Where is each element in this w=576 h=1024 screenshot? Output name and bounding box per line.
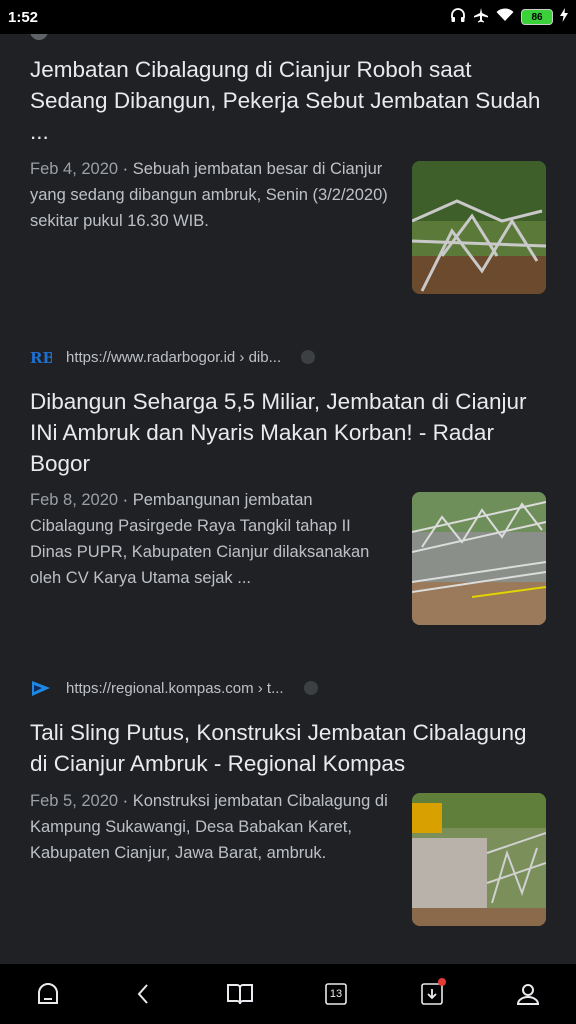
result-snippet: Feb 4, 2020 · Sebuah jembatan besar di C… [30,160,388,230]
radarbogor-favicon: RB [30,346,52,368]
profile-button[interactable] [504,970,552,1018]
wifi-icon [496,8,514,26]
search-result-2[interactable]: RB https://www.radarbogor.id › dib... Di… [0,344,576,625]
result-snippet: Feb 5, 2020 · Konstruksi jembatan Cibala… [30,792,388,862]
more-options-icon[interactable] [301,350,316,364]
result-thumbnail[interactable] [412,492,546,625]
tab-count: 13 [329,988,343,1000]
result-url[interactable]: https://www.radarbogor.id › dib... [66,349,281,366]
result-title[interactable]: Jembatan Cibalagung di Cianjur Roboh saa… [30,54,550,147]
result-date: Feb 5, 2020 [30,792,119,810]
tabs-button[interactable]: 13 [312,970,360,1018]
search-result-3[interactable]: https://regional.kompas.com › t... Tali … [0,675,576,926]
result-thumbnail[interactable] [412,161,546,294]
book-icon [227,984,253,1005]
status-bar: 1:52 86 [0,0,576,34]
result-date: Feb 8, 2020 [30,491,119,509]
airplane-icon [473,7,489,27]
result-source[interactable]: RB https://www.radarbogor.id › dib... [0,344,576,370]
reading-mode-button[interactable] [216,970,264,1018]
status-time: 1:52 [8,8,39,26]
notification-dot [438,978,446,986]
search-results: Jembatan Cibalagung di Cianjur Roboh saa… [0,34,576,964]
charging-icon [560,8,568,26]
result-title[interactable]: Dibangun Seharga 5,5 Miliar, Jembatan di… [30,386,550,479]
partial-favicon [30,34,48,40]
bottom-navigation-bar: 13 [0,964,576,1024]
result-source[interactable]: https://regional.kompas.com › t... [0,675,576,701]
home-icon [38,983,58,1004]
more-options-icon[interactable] [303,681,318,695]
back-arrow-icon [137,984,148,1004]
favicon-text: RB [30,349,52,365]
result-date: Feb 4, 2020 [30,160,119,178]
home-button[interactable] [24,970,72,1018]
back-button[interactable] [120,970,168,1018]
profile-icon [516,984,540,1005]
result-thumbnail[interactable] [412,793,546,926]
downloads-button[interactable] [408,970,456,1018]
battery-indicator: 86 [521,9,553,25]
kompas-favicon [30,677,52,699]
result-snippet: Feb 8, 2020 · Pembangunan jembatan Cibal… [30,491,370,587]
result-title[interactable]: Tali Sling Putus, Konstruksi Jembatan Ci… [30,717,550,779]
headphones-icon [450,7,466,27]
status-icons: 86 [450,7,568,27]
result-url[interactable]: https://regional.kompas.com › t... [66,680,284,697]
